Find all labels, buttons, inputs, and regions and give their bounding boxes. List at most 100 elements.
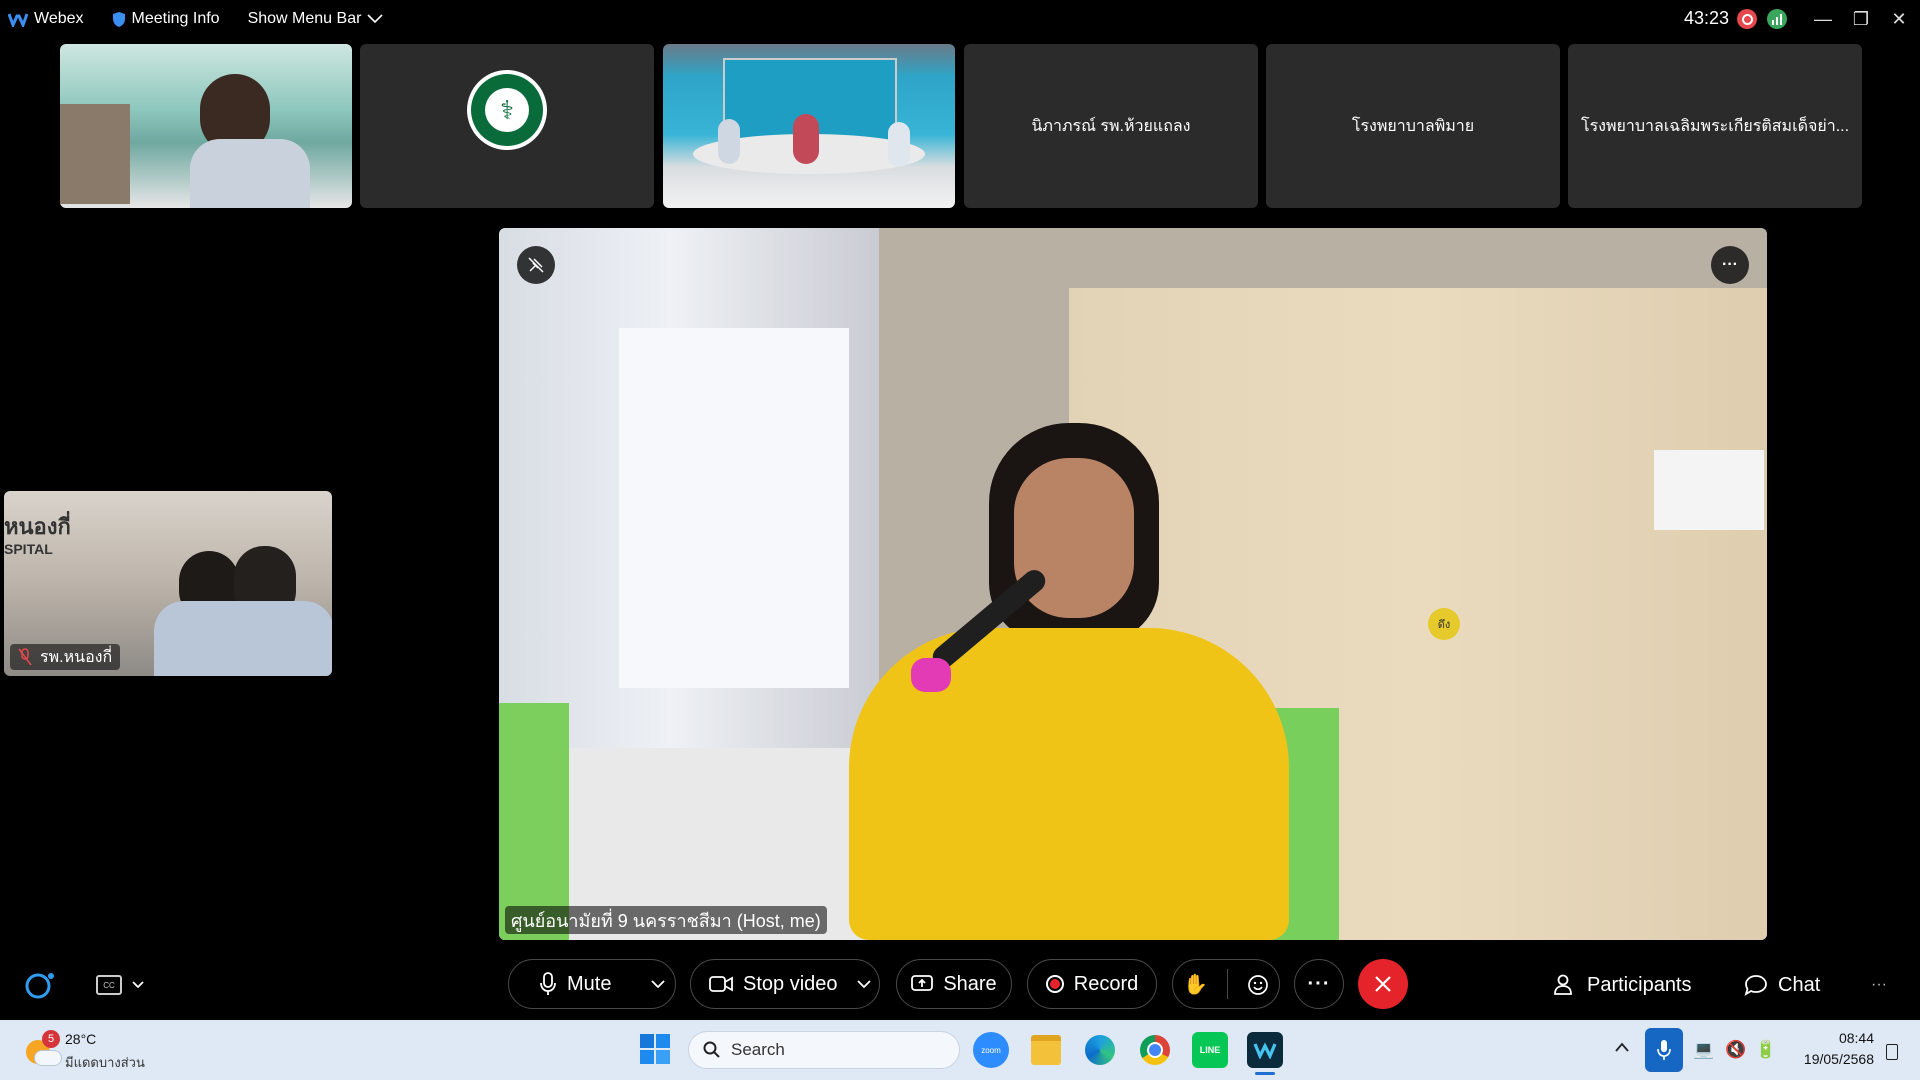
unpin-icon[interactable]: [517, 246, 555, 284]
door-notice-paper: [1654, 450, 1764, 530]
ministry-logo-icon: ⚕: [467, 70, 547, 150]
reactions-icon[interactable]: [1247, 973, 1269, 995]
network-health-icon[interactable]: [1767, 9, 1787, 29]
participant-tile-video-1[interactable]: [60, 44, 352, 208]
search-icon: [703, 1041, 720, 1058]
speaker-figure: [793, 114, 819, 164]
record-icon: [1045, 975, 1064, 993]
share-button[interactable]: Share: [896, 959, 1012, 1009]
video-camera-icon: [709, 976, 733, 992]
participant-body: [190, 139, 310, 208]
record-label: Record: [1073, 972, 1139, 995]
microphone-icon: [540, 972, 556, 995]
chevron-down-icon: [367, 14, 383, 24]
battery-icon[interactable]: 🔋: [1755, 1040, 1776, 1060]
divider: [1226, 969, 1228, 999]
webex-logo-icon: [8, 13, 28, 27]
wall-sign-text: SPITAL: [4, 541, 53, 557]
participants-label: Participants: [1587, 973, 1692, 996]
close-icon[interactable]: ✕: [1880, 0, 1918, 38]
meeting-info-button[interactable]: Meeting Info: [112, 0, 220, 38]
microphone-in-use-icon[interactable]: [1645, 1028, 1683, 1072]
more-actions-icon[interactable]: ···: [1294, 959, 1344, 1009]
active-app-indicator: [1255, 1072, 1275, 1075]
chevron-down-icon: [132, 981, 144, 989]
weather-desc[interactable]: มีแดดบางส่วน: [65, 1052, 145, 1073]
line-app-icon[interactable]: LINE: [1192, 1032, 1228, 1068]
recording-indicator-icon[interactable]: [1737, 9, 1757, 29]
close-icon: [1375, 976, 1391, 992]
meeting-timer: 43:23: [1684, 8, 1730, 28]
speaker-name-tag: ศูนย์อนามัยที่ 9 นครราชสีมา (Host, me): [505, 906, 827, 934]
participant-tile-5[interactable]: โรงพยาบาลพิมาย: [1266, 44, 1560, 208]
clock-date[interactable]: 19/05/2568: [1780, 1051, 1874, 1067]
restore-icon[interactable]: ❐: [1842, 0, 1880, 38]
reactions-group: ✋: [1172, 959, 1280, 1009]
notifications-icon[interactable]: [1886, 1044, 1898, 1060]
share-label: Share: [943, 972, 997, 995]
self-view-name: รพ.หนองกี่: [40, 648, 113, 666]
attendee-figure: [718, 119, 740, 164]
mute-label: Mute: [567, 972, 612, 995]
participant-tile-video-2[interactable]: [663, 44, 955, 208]
end-meeting-button[interactable]: [1358, 959, 1408, 1009]
captions-button[interactable]: CC: [96, 971, 156, 999]
participant-tile-logo[interactable]: ⚕: [360, 44, 654, 208]
chat-button[interactable]: Chat: [1744, 970, 1820, 1000]
wall-sign-text: หนองกี่: [4, 514, 71, 539]
chrome-browser-icon[interactable]: [1137, 1032, 1173, 1068]
meeting-info-label: Meeting Info: [131, 10, 220, 27]
active-speaker-video[interactable]: ดึง ··· ศูนย์อนามัยที่ 9 นครราชสีมา (Hos…: [499, 228, 1767, 940]
shield-icon: [112, 11, 125, 27]
clock-time[interactable]: 08:44: [1780, 1030, 1874, 1046]
webex-taskbar-icon[interactable]: [1247, 1032, 1283, 1068]
file-explorer-icon[interactable]: [1028, 1032, 1064, 1068]
participant-body: [154, 601, 332, 676]
participants-button[interactable]: Participants: [1553, 970, 1692, 1000]
green-chair: [499, 703, 569, 940]
door-pull-sign: ดึง: [1428, 608, 1460, 640]
record-button[interactable]: Record: [1027, 959, 1157, 1009]
muted-mic-icon: [18, 648, 32, 666]
weather-temp[interactable]: 28°C: [65, 1031, 96, 1047]
attendee-figure: [888, 122, 910, 167]
show-hidden-icons-chevron-up-icon[interactable]: [1614, 1040, 1634, 1060]
chat-icon: [1744, 975, 1767, 996]
volume-muted-icon[interactable]: 🔇: [1725, 1040, 1746, 1060]
self-view-tile[interactable]: หนองกี่ SPITAL รพ.หนองกี่: [4, 491, 332, 676]
webex-assistant-icon[interactable]: [22, 967, 58, 1003]
app-name: Webex: [34, 10, 84, 27]
webex-app-menu[interactable]: Webex: [8, 0, 84, 38]
title-bar: Webex Meeting Info Show Menu Bar 43:23 —…: [0, 0, 1920, 38]
participant-name: โรงพยาบาลพิมาย: [1351, 118, 1475, 135]
participants-icon: [1554, 974, 1572, 995]
search-placeholder: Search: [731, 1040, 785, 1059]
participant-name: นิภาภรณ์ รพ.ห้วยแถลง: [1031, 118, 1191, 135]
weather-badge: 5: [42, 1030, 60, 1048]
chevron-down-icon[interactable]: [857, 980, 871, 989]
raise-hand-icon[interactable]: ✋: [1183, 972, 1208, 997]
self-view-name-tag: รพ.หนองกี่: [10, 644, 121, 670]
mute-button[interactable]: Mute: [508, 959, 676, 1009]
taskbar-search[interactable]: Search: [688, 1031, 960, 1069]
participant-tile-6[interactable]: โรงพยาบาลเฉลิมพระเกียรติสมเด็จย่า...: [1568, 44, 1862, 208]
weather-widget-icon[interactable]: 5: [22, 1030, 62, 1070]
stop-video-button[interactable]: Stop video: [690, 959, 880, 1009]
edge-browser-icon[interactable]: [1082, 1032, 1118, 1068]
share-screen-icon: [911, 975, 934, 991]
zoom-app-icon[interactable]: zoom: [973, 1032, 1009, 1068]
minimize-icon[interactable]: —: [1804, 0, 1842, 38]
more-options-icon[interactable]: ···: [1711, 246, 1749, 284]
more-panels-icon[interactable]: ···: [1864, 970, 1894, 1000]
shelf-background: [60, 104, 130, 204]
microphone-grip: [911, 658, 951, 692]
bright-window: [619, 328, 849, 688]
network-icon[interactable]: 💻: [1693, 1040, 1714, 1060]
windows-start-icon[interactable]: [640, 1034, 670, 1064]
closed-captions-icon: CC: [96, 975, 122, 995]
show-menu-bar-label: Show Menu Bar: [247, 10, 362, 27]
stop-video-label: Stop video: [743, 972, 838, 995]
chevron-down-icon[interactable]: [651, 980, 665, 989]
participant-tile-4[interactable]: นิภาภรณ์ รพ.ห้วยแถลง: [964, 44, 1258, 208]
show-menu-bar-button[interactable]: Show Menu Bar: [248, 0, 384, 38]
